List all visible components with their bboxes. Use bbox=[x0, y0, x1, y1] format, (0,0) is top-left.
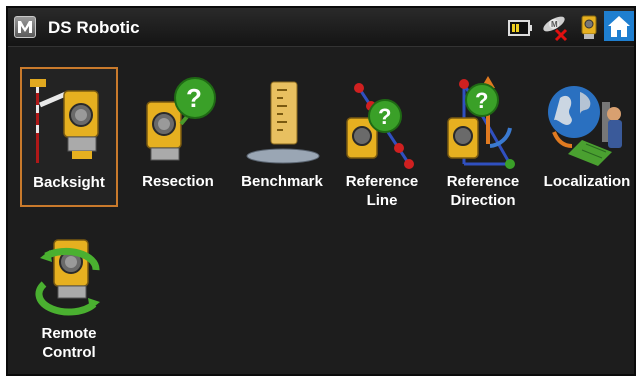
app-window: DS Robotic M Backsight ? Resection Bench… bbox=[6, 6, 636, 376]
svg-text:?: ? bbox=[186, 83, 202, 113]
tile-label: Remote Control bbox=[41, 325, 97, 361]
svg-text:?: ? bbox=[378, 104, 391, 129]
tile-resection[interactable]: ? Resection bbox=[126, 67, 230, 207]
battery-icon[interactable] bbox=[508, 20, 534, 41]
remote-control-icon bbox=[21, 226, 117, 324]
home-icon[interactable] bbox=[604, 11, 634, 46]
svg-text:M: M bbox=[551, 20, 558, 29]
backsight-icon bbox=[22, 75, 116, 173]
resection-icon: ? bbox=[127, 74, 229, 172]
tile-localization[interactable]: Localization bbox=[536, 67, 634, 207]
localization-icon bbox=[537, 74, 634, 172]
task-grid: Backsight ? Resection Benchmark ? Refere… bbox=[8, 46, 634, 374]
gnss-disconnected-icon[interactable]: M bbox=[538, 12, 572, 47]
tile-reference-line[interactable]: ? Reference Line bbox=[334, 67, 430, 209]
tile-benchmark[interactable]: Benchmark bbox=[230, 67, 334, 207]
tile-label: Benchmark bbox=[241, 173, 323, 190]
total-station-icon[interactable] bbox=[578, 13, 600, 46]
tile-label: Backsight bbox=[33, 174, 105, 191]
tile-label: Resection bbox=[142, 173, 214, 190]
tile-reference-direction[interactable]: ? Reference Direction bbox=[430, 67, 536, 209]
tile-backsight[interactable]: Backsight bbox=[20, 67, 118, 207]
reference-line-icon: ? bbox=[335, 74, 429, 172]
menu-icon[interactable] bbox=[14, 16, 36, 38]
title-bar: DS Robotic M bbox=[8, 8, 634, 47]
svg-text:?: ? bbox=[475, 88, 488, 113]
tile-remote-control[interactable]: Remote Control bbox=[20, 219, 118, 361]
tile-label: Localization bbox=[543, 173, 631, 190]
tile-label: Reference Line bbox=[345, 173, 419, 209]
window-title: DS Robotic bbox=[48, 18, 140, 37]
benchmark-icon bbox=[231, 74, 333, 172]
reference-direction-icon: ? bbox=[431, 74, 535, 172]
tile-label: Reference Direction bbox=[446, 173, 520, 209]
